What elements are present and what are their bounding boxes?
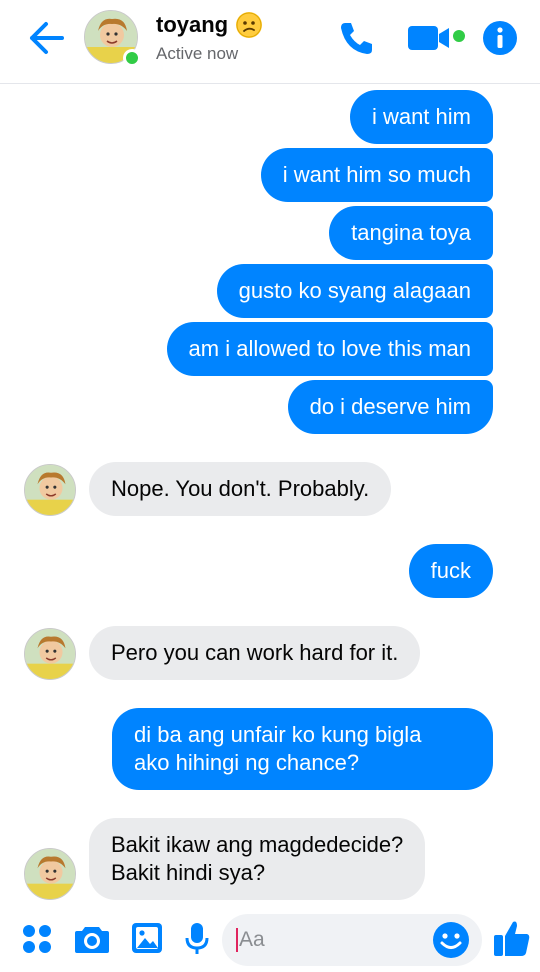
text-caret [236,928,238,952]
incoming-message[interactable]: Nope. You don't. Probably. [89,462,392,516]
video-call-button[interactable] [406,22,468,59]
contact-avatar[interactable] [84,10,141,67]
message-input[interactable]: Aa [222,914,482,966]
microphone-icon [185,923,209,954]
contact-name: toyang [156,12,229,37]
arrow-left-icon [30,22,64,54]
video-camera-icon [408,26,465,50]
back-button[interactable] [26,20,66,56]
message-thread[interactable]: i want him i want him so much tangina to… [0,84,540,906]
info-button[interactable] [482,20,518,61]
outgoing-message[interactable]: i want him so much [260,148,493,202]
outgoing-message[interactable]: i want him [349,90,493,144]
outgoing-message[interactable]: gusto ko syang alagaan [216,264,493,318]
online-indicator [123,49,141,67]
call-button[interactable] [336,18,376,63]
four-dots-icon [23,925,51,953]
outgoing-message[interactable]: fuck [408,544,493,598]
sender-avatar[interactable] [24,848,76,900]
sender-avatar[interactable] [24,464,76,516]
phone-icon [341,23,372,54]
voice-button[interactable] [184,922,210,961]
chat-header: toyang Active now [0,0,540,84]
like-button[interactable] [492,918,532,963]
camera-icon [75,927,109,953]
confused-face-icon [236,12,263,38]
outgoing-message[interactable]: tangina toya [329,206,493,260]
gallery-button[interactable] [131,922,163,959]
sender-avatar[interactable] [24,628,76,680]
active-status: Active now [156,44,239,63]
outgoing-message[interactable]: do i deserve him [287,380,493,434]
message-line: Bakit hindi sya? [111,860,266,885]
message-line: Bakit ikaw ang magdedecide? [111,832,404,857]
camera-button[interactable] [74,924,110,959]
thumbs-up-icon [494,921,530,956]
message-line: di ba ang unfair ko kung bigla [134,722,422,747]
message-composer: Aa [0,906,540,972]
message-placeholder: Aa [239,928,265,951]
info-icon [483,21,517,55]
more-actions-button[interactable] [22,924,52,959]
smiley-icon [433,922,469,958]
outgoing-message[interactable]: di ba ang unfair ko kung bigla ako hihin… [112,708,493,790]
contact-name-row[interactable]: toyang [156,12,263,38]
message-line: ako hihingi ng chance? [134,750,360,775]
incoming-message[interactable]: Bakit ikaw ang magdedecide? Bakit hindi … [89,818,426,900]
outgoing-message[interactable]: am i allowed to love this man [166,322,493,376]
incoming-message[interactable]: Pero you can work hard for it. [89,626,421,680]
emoji-button[interactable] [432,921,470,964]
image-icon [132,923,162,953]
